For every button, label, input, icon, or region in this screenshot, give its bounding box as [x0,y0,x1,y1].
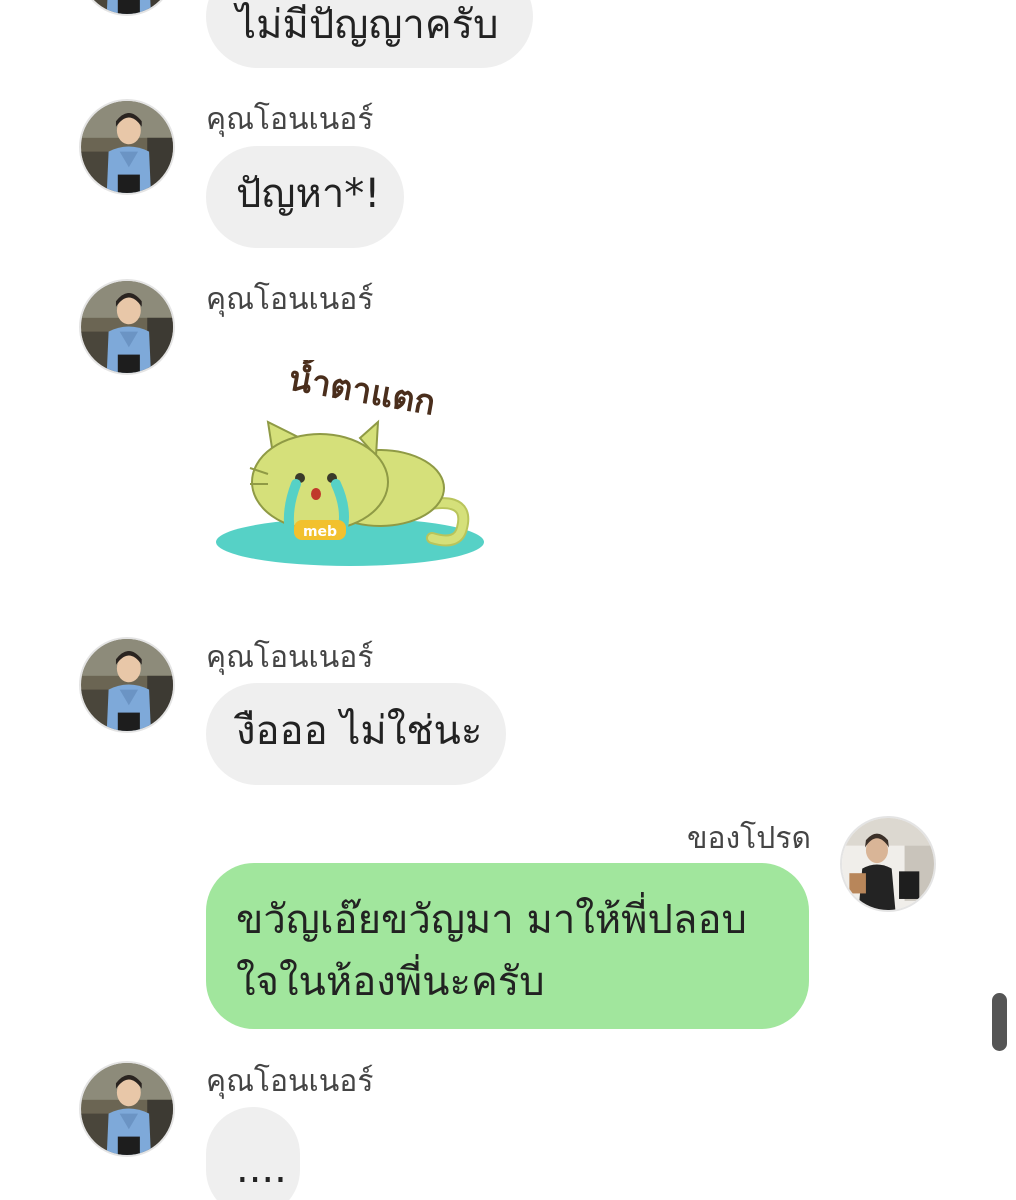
sender-name: คุณโอนเนอร์ [206,102,374,137]
sender-avatar[interactable] [79,279,175,375]
message-bubble[interactable]: งือออ ไม่ใช่นะ [206,683,506,785]
sticker-badge: meb [303,524,337,540]
sender-avatar[interactable] [79,0,175,16]
sender-name: คุณโอนเนอร์ [206,282,374,317]
crying-cat-sticker[interactable]: meb น้ำตาแตก [210,353,490,590]
message-bubble-outgoing[interactable]: ขวัญเอ๊ยขวัญมา มาให้พี่ปลอบใจในห้องพี่นะ… [206,863,809,1029]
sender-name: คุณโอนเนอร์ [206,640,374,675]
sender-avatar[interactable] [79,1061,175,1157]
self-name: ของโปรด [687,821,811,856]
chat-window[interactable]: ไม่มีปัญญาครับ คุณโอนเนอร์ ปัญหา*! คุณโอ… [0,0,1016,1200]
message-bubble[interactable]: ปัญหา*! [206,146,404,248]
sender-name: คุณโอนเนอร์ [206,1064,374,1099]
scrollbar-thumb[interactable] [992,993,1007,1051]
sender-avatar[interactable] [79,99,175,195]
sticker-caption: น้ำตาแตก [286,360,440,424]
message-bubble[interactable]: ไม่มีปัญญาครับ [206,0,533,68]
self-avatar[interactable] [840,816,936,912]
message-bubble[interactable]: .... [206,1107,300,1200]
crying-cat-icon: meb น้ำตาแตก [216,353,484,566]
sender-avatar[interactable] [79,637,175,733]
